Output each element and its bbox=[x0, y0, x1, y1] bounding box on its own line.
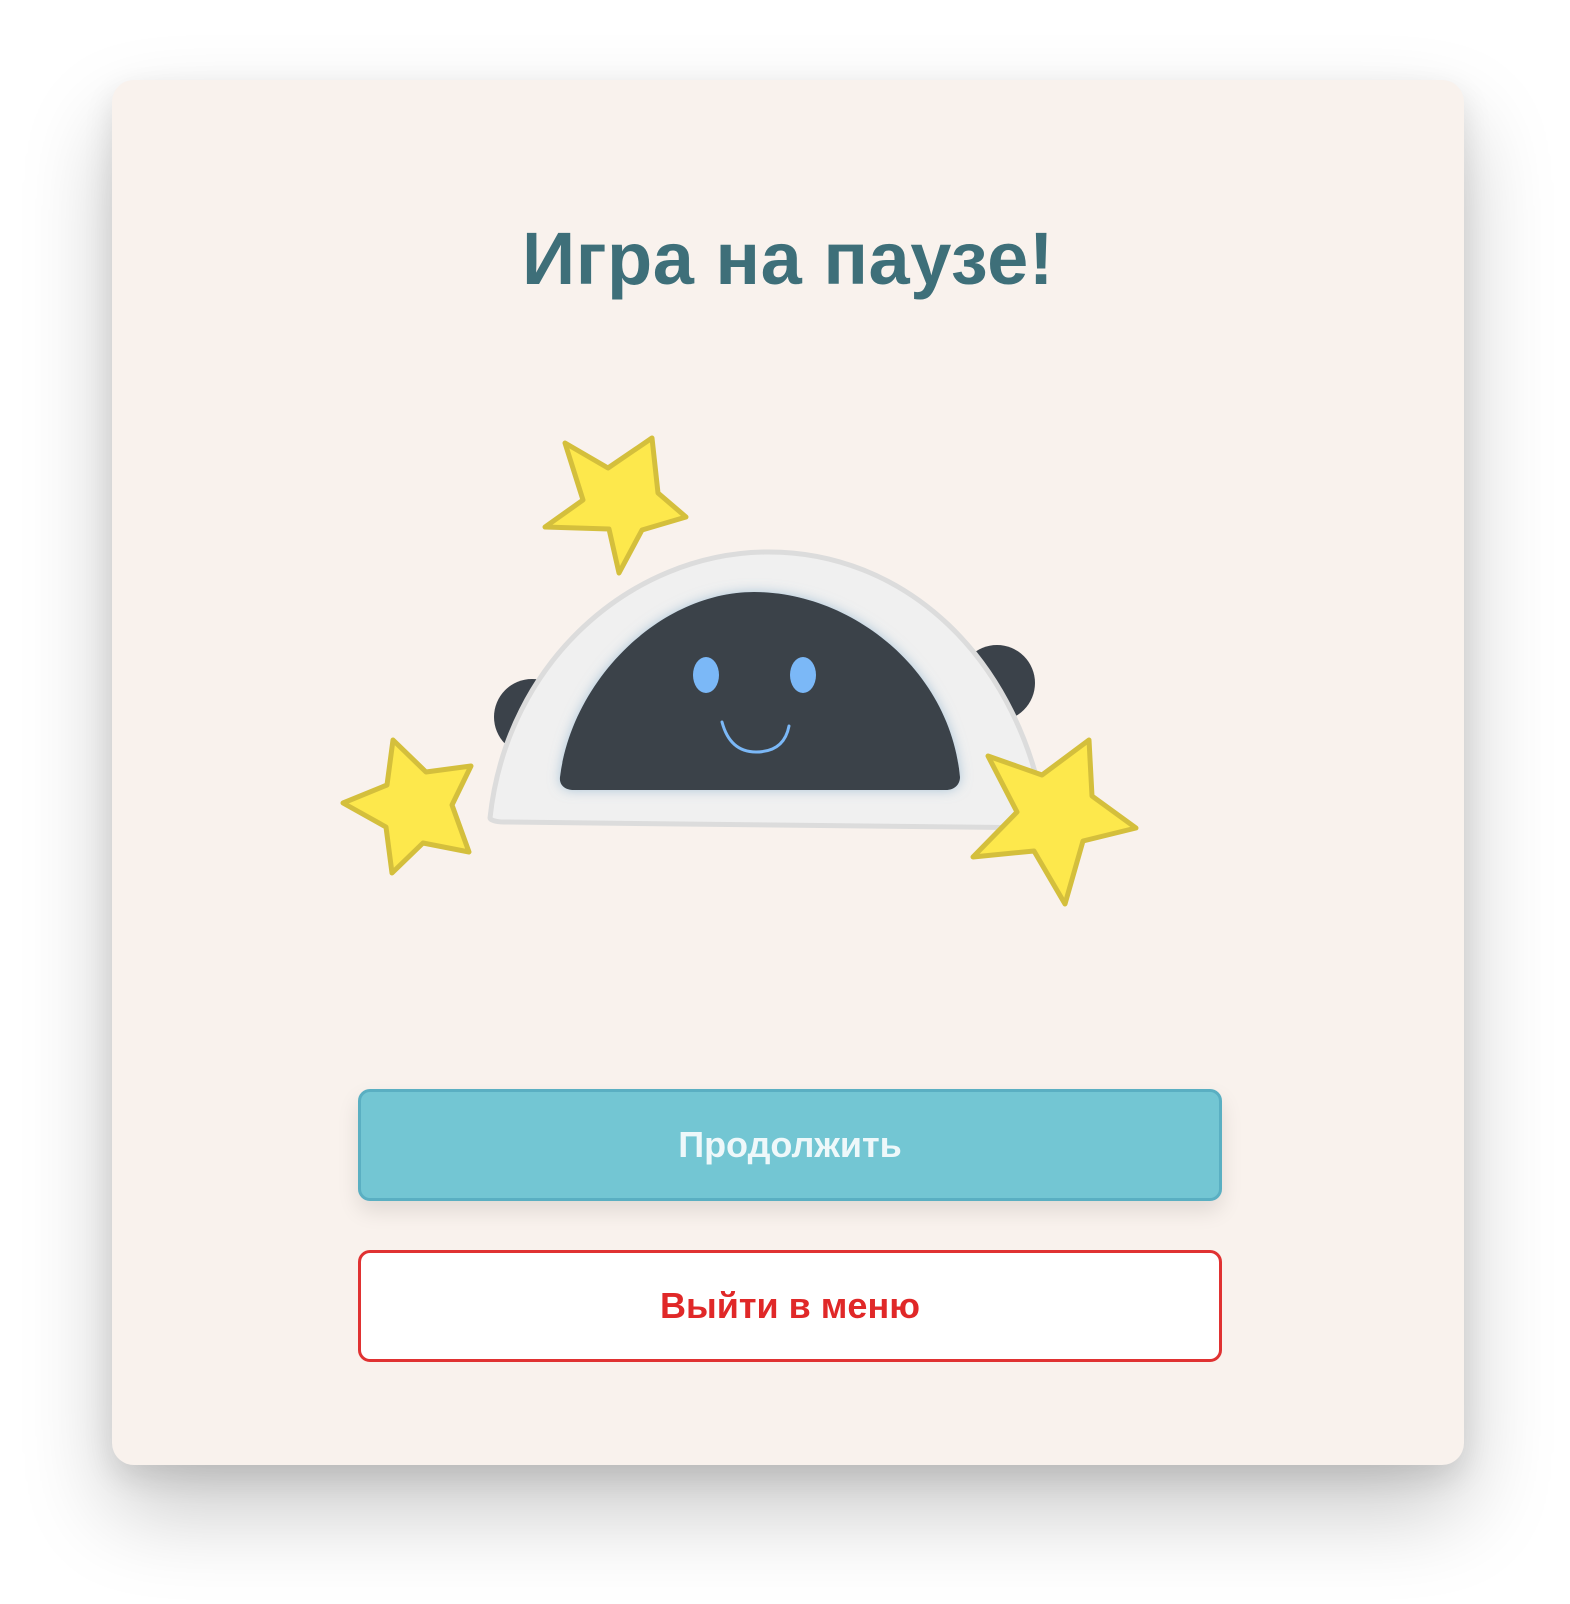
robot-right-eye bbox=[790, 657, 816, 693]
smiling-robot-icon bbox=[487, 549, 1050, 831]
game-screen: Игра на паузе! Продолжить Выйти в меню bbox=[0, 0, 1570, 1604]
star-icon bbox=[340, 737, 474, 876]
star-icon bbox=[542, 435, 689, 576]
exit-to-menu-button[interactable]: Выйти в меню bbox=[358, 1250, 1222, 1362]
robot-illustration bbox=[340, 435, 1139, 907]
continue-button[interactable]: Продолжить bbox=[358, 1089, 1222, 1201]
robot-left-eye bbox=[693, 657, 719, 693]
pause-dialog: Игра на паузе! Продолжить Выйти в меню bbox=[112, 80, 1464, 1465]
